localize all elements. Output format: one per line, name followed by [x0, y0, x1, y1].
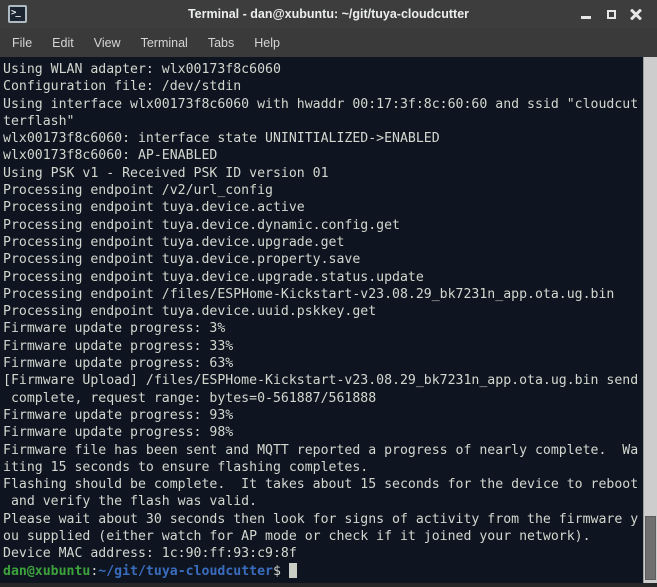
terminal-line: Using WLAN adapter: wlx00173f8c6060	[3, 61, 643, 78]
terminal-line: Processing endpoint tuya.device.uuid.psk…	[3, 303, 643, 320]
terminal-area: Using WLAN adapter: wlx00173f8c6060 Conf…	[0, 57, 657, 587]
menu-terminal[interactable]: Terminal	[131, 31, 198, 55]
menu-edit[interactable]: Edit	[42, 31, 84, 55]
terminal-screen[interactable]: Using WLAN adapter: wlx00173f8c6060 Conf…	[0, 57, 643, 583]
terminal-line: Processing endpoint tuya.device.upgrade.…	[3, 234, 643, 251]
terminal-line: Processing endpoint /files/ESPHome-Kicks…	[3, 286, 643, 303]
window-bottom-edge	[0, 583, 657, 587]
terminal-line: Flashing should be complete. It takes ab…	[3, 476, 643, 493]
terminal-line: Processing endpoint /v2/url_config	[3, 182, 643, 199]
minimize-button[interactable]	[577, 5, 595, 23]
terminal-line: Firmware update progress: 63%	[3, 355, 643, 372]
prompt-user-host: dan@xubuntu	[3, 564, 90, 579]
terminal-line: wlx00173f8c6060: interface state UNINITI…	[3, 130, 643, 147]
terminal-line: ou supplied (either watch for AP mode or…	[3, 528, 643, 545]
scrollbar-thumb[interactable]	[645, 516, 656, 580]
terminal-line: Device MAC address: 1c:90:ff:93:c9:8f	[3, 545, 643, 562]
maximize-button[interactable]	[602, 5, 620, 23]
terminal-line: Firmware update progress: 33%	[3, 338, 643, 355]
prompt-path: ~/git/tuya-cloudcutter	[98, 564, 273, 579]
menu-tabs[interactable]: Tabs	[198, 31, 244, 55]
titlebar[interactable]: >_ Terminal - dan@xubuntu: ~/git/tuya-cl…	[0, 0, 657, 28]
terminal-line: Firmware file has been sent and MQTT rep…	[3, 442, 643, 459]
terminal-line: Using interface wlx00173f8c6060 with hwa…	[3, 96, 643, 113]
menu-file[interactable]: File	[2, 31, 42, 55]
terminal-line: Processing endpoint tuya.device.dynamic.…	[3, 217, 643, 234]
terminal-line: Configuration file: /dev/stdin	[3, 78, 643, 95]
prompt-line: dan@xubuntu:~/git/tuya-cloudcutter$	[3, 563, 643, 580]
minimize-icon	[581, 16, 591, 19]
terminal-line: iting 15 seconds to ensure flashing comp…	[3, 459, 643, 476]
terminal-line: [Firmware Upload] /files/ESPHome-Kicksta…	[3, 372, 643, 389]
terminal-line: Processing endpoint tuya.device.upgrade.…	[3, 269, 643, 286]
terminal-window: >_ Terminal - dan@xubuntu: ~/git/tuya-cl…	[0, 0, 657, 587]
terminal-line: Firmware update progress: 93%	[3, 407, 643, 424]
terminal-cursor	[289, 563, 297, 578]
terminal-line: and verify the flash was valid.	[3, 493, 643, 510]
window-title: Terminal - dan@xubuntu: ~/git/tuya-cloud…	[0, 0, 657, 28]
terminal-line: Firmware update progress: 98%	[3, 424, 643, 441]
maximize-icon	[607, 10, 616, 19]
menu-view[interactable]: View	[84, 31, 131, 55]
terminal-icon-glyph: >_	[10, 7, 20, 20]
menu-help[interactable]: Help	[244, 31, 290, 55]
terminal-icon: >_	[8, 5, 27, 23]
terminal-line: Please wait about 30 seconds then look f…	[3, 511, 643, 528]
close-button[interactable]	[627, 5, 645, 23]
terminal-line: Processing endpoint tuya.device.active	[3, 199, 643, 216]
terminal-line: Using PSK v1 - Received PSK ID version 0…	[3, 165, 643, 182]
terminal-line: wlx00173f8c6060: AP-ENABLED	[3, 147, 643, 164]
scrollbar-track[interactable]	[643, 57, 657, 583]
prompt-symbol: $	[273, 564, 281, 579]
terminal-line: complete, request range: bytes=0-561887/…	[3, 390, 643, 407]
terminal-line: terflash"	[3, 113, 643, 130]
terminal-line: Processing endpoint tuya.device.property…	[3, 251, 643, 268]
window-controls	[577, 5, 657, 23]
menubar: File Edit View Terminal Tabs Help	[0, 28, 657, 57]
terminal-line: Firmware update progress: 3%	[3, 320, 643, 337]
close-icon	[630, 8, 642, 20]
